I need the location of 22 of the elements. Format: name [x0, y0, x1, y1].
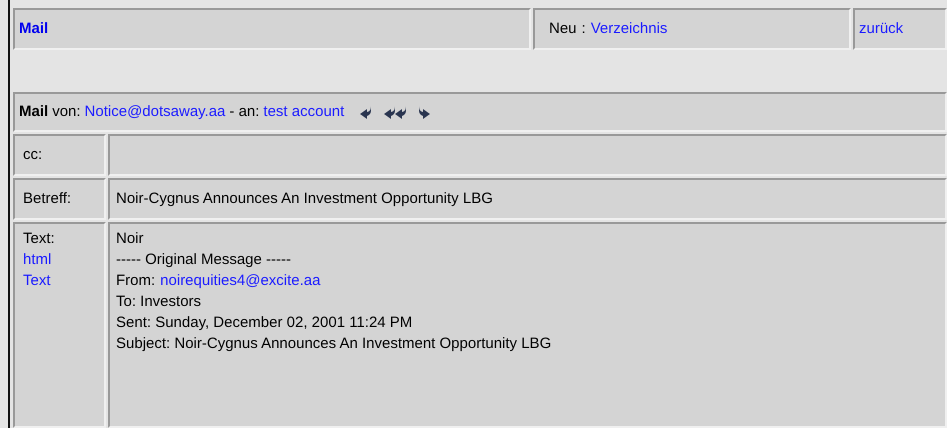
body-label: Text: [23, 229, 56, 249]
format-link[interactable]: Text [23, 270, 51, 291]
recipient-link[interactable]: test account [263, 100, 344, 124]
body-line: Sent: Sunday, December 02, 2001 11:24 PM [116, 313, 412, 333]
body-line: Subject: Noir-Cygnus Announces An Investment Opportunity LBG [116, 334, 552, 354]
new-label: Neu [549, 18, 577, 39]
body-line: From: [116, 271, 156, 291]
email-link[interactable]: noirequities4@excite.aa [160, 270, 320, 291]
sender-link[interactable]: Notice@dotsaway.aa [84, 100, 226, 124]
body-line: To: Investors [116, 292, 202, 312]
body-line: ----- Original Message ----- [116, 250, 292, 270]
to-label: - an: [229, 102, 260, 122]
body-line: Noir [116, 229, 144, 249]
separator: : [582, 18, 586, 39]
app-title[interactable]: Mail [19, 18, 48, 40]
format-link[interactable]: html [23, 249, 52, 270]
field-label: cc: [23, 144, 42, 165]
directory-link[interactable]: Verzeichnis [590, 18, 668, 40]
mail-label: Mail [19, 102, 48, 122]
field-value: Noir-Cygnus Announces An Investment Opportunity LBG [116, 188, 493, 209]
field-label: Betreff: [23, 188, 72, 209]
from-label: von: [52, 102, 81, 122]
